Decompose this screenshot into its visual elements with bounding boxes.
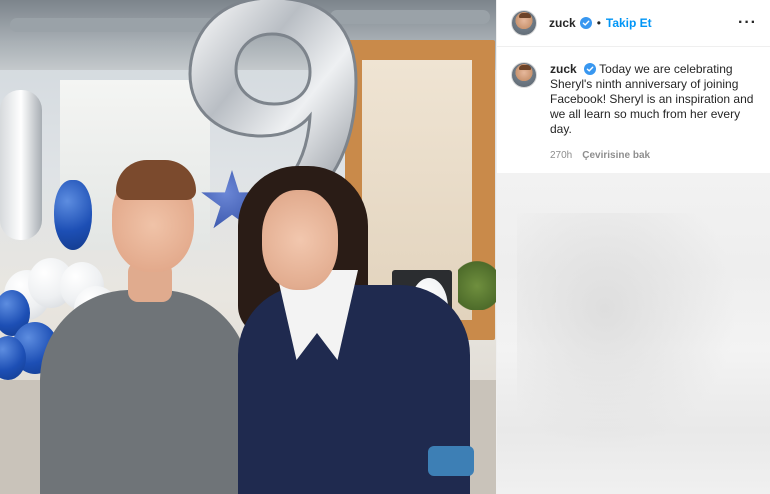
caption-username[interactable]: zuck xyxy=(550,62,577,76)
caption: zuck Today we are celebrating Sheryl's n… xyxy=(550,62,761,137)
more-options-icon[interactable]: ··· xyxy=(738,14,757,32)
author-username[interactable]: zuck xyxy=(549,16,576,30)
blurred-comments-area xyxy=(497,173,770,494)
caption-avatar[interactable] xyxy=(511,62,537,88)
man-hair xyxy=(116,160,196,200)
author-avatar[interactable] xyxy=(511,10,537,36)
caption-meta: 270h Çevirisine bak xyxy=(550,150,650,161)
see-translation-link[interactable]: Çevirisine bak xyxy=(582,150,650,161)
post-sidebar: zuck • Takip Et ··· zuck Today we are ce… xyxy=(496,0,770,494)
post-photo[interactable] xyxy=(0,0,496,494)
post-time[interactable]: 270h xyxy=(550,150,572,161)
woman-sleeve-cuff xyxy=(428,446,474,476)
man-shirt xyxy=(40,290,250,494)
header-separator: • xyxy=(596,16,601,30)
post-header: zuck • Takip Et ··· xyxy=(497,0,770,47)
caption-text: Today we are celebrating Sheryl's ninth … xyxy=(550,62,754,136)
woman-face xyxy=(262,190,338,290)
verified-badge-icon xyxy=(579,17,592,29)
instagram-post: zuck • Takip Et ··· zuck Today we are ce… xyxy=(0,0,770,494)
blue-balloon xyxy=(54,180,92,250)
follow-button[interactable]: Takip Et xyxy=(606,16,652,30)
plant xyxy=(458,250,496,310)
verified-badge-icon xyxy=(584,63,597,75)
silver-balloon xyxy=(0,90,42,240)
caption-row: zuck Today we are celebrating Sheryl's n… xyxy=(511,62,761,137)
